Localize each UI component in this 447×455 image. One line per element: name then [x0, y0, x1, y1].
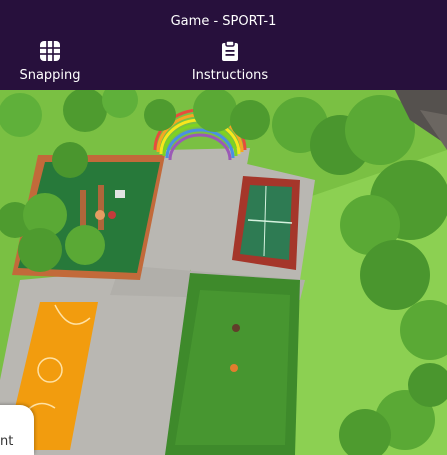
snapping-button[interactable]: Snapping: [19, 40, 81, 83]
grid-icon: [40, 41, 60, 61]
chat-text: nt: [0, 434, 14, 449]
clipboard-icon: [222, 40, 238, 61]
chat-bubble[interactable]: nt: [0, 405, 34, 455]
instructions-button[interactable]: Instructions: [191, 40, 269, 83]
tennis-court: [232, 176, 300, 270]
scene-canvas[interactable]: [0, 90, 447, 455]
snapping-label: Snapping: [19, 68, 81, 83]
instructions-label: Instructions: [191, 68, 269, 83]
game-scene[interactable]: nt: [0, 90, 447, 455]
game-title: Game - SPORT-1: [170, 14, 277, 29]
top-bar: Game - SPORT-1 Snapping Instructions: [0, 0, 447, 90]
